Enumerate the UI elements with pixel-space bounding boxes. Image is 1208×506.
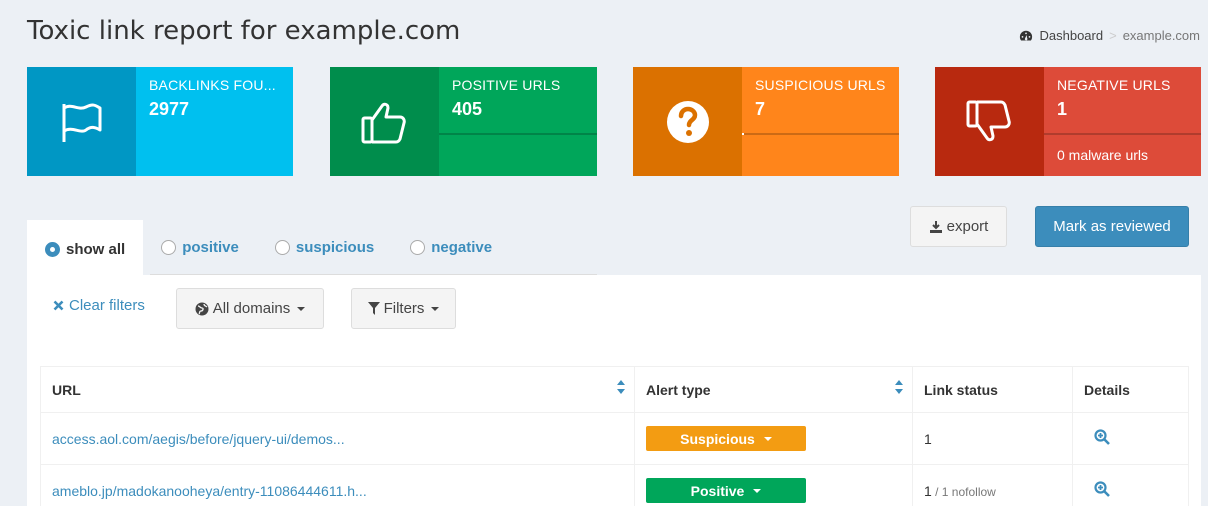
globe-icon [195, 302, 209, 315]
thumbs-down-icon [935, 67, 1044, 176]
column-header-details: Details [1072, 366, 1189, 413]
link-status: 1 [924, 482, 932, 499]
alert-type-dropdown[interactable]: Suspicious [646, 426, 806, 451]
breadcrumb: Dashboard > example.com [1019, 28, 1200, 43]
info-box-positive: POSITIVE URLS 405 [330, 67, 597, 176]
column-header-url[interactable]: URL [40, 366, 635, 413]
box-label: BACKLINKS FOU... [149, 77, 276, 93]
question-circle-icon [633, 67, 742, 176]
breadcrumb-dashboard-link[interactable]: Dashboard [1039, 28, 1103, 43]
table-header-row: URL Alert type Link status Details [40, 366, 1189, 413]
link-status-extra: / 1 nofollow [931, 484, 996, 499]
close-icon [53, 300, 64, 311]
sort-icon [617, 380, 625, 394]
filter-icon [367, 302, 380, 315]
all-domains-dropdown[interactable]: All domains [176, 288, 324, 329]
box-number: 405 [452, 99, 483, 119]
box-label: NEGATIVE URLS [1057, 77, 1171, 93]
column-header-link-status: Link status [912, 366, 1073, 413]
column-header-alert-type[interactable]: Alert type [634, 366, 913, 413]
dropdown-label: All domains [212, 300, 291, 317]
zoom-in-icon[interactable] [1094, 481, 1110, 497]
breadcrumb-separator: > [1109, 28, 1117, 43]
table-row: access.aol.com/aegis/before/jquery-ui/de… [40, 412, 1189, 465]
tab-label: show all [66, 240, 126, 258]
dropdown-label: Filters [383, 300, 425, 317]
progress-bar [742, 133, 899, 135]
radio-icon [274, 240, 290, 255]
link-status: 1 [924, 430, 932, 447]
box-number: 1 [1057, 99, 1068, 119]
url-link[interactable]: ameblo.jp/madokanooheya/entry-1108644461… [52, 483, 367, 499]
thumbs-up-icon [330, 67, 439, 176]
filter-tabs: show all positive suspicious negative [27, 220, 597, 275]
tab-label: positive [182, 239, 239, 256]
box-number: 7 [755, 99, 766, 119]
radio-icon [161, 240, 177, 255]
clear-filters-label: Clear filters [69, 297, 145, 314]
box-label: SUSPICIOUS URLS [755, 77, 886, 93]
dashboard-icon [1020, 30, 1033, 41]
download-icon [929, 220, 942, 233]
report-panel: Clear filters All domains Filters URL Al… [27, 275, 1201, 506]
info-box-suspicious: SUSPICIOUS URLS 7 [633, 67, 899, 176]
progress-bar [439, 133, 597, 135]
tab-label: suspicious [295, 239, 375, 256]
caret-down-icon [753, 488, 762, 493]
caret-down-icon [431, 306, 440, 311]
box-description: 0 malware urls [1057, 147, 1149, 163]
progress-fill [742, 133, 744, 135]
caret-down-icon [297, 306, 306, 311]
mark-as-reviewed-button[interactable]: Mark as reviewed [1035, 206, 1189, 247]
zoom-in-icon[interactable] [1094, 429, 1110, 445]
info-box-negative: NEGATIVE URLS 1 0 malware urls [935, 67, 1201, 176]
alert-type-dropdown[interactable]: Positive [646, 478, 806, 503]
filters-dropdown[interactable]: Filters [351, 288, 456, 329]
tab-negative[interactable]: negative [392, 220, 510, 275]
table-row: ameblo.jp/madokanooheya/entry-1108644461… [40, 464, 1189, 506]
progress-bar [1044, 133, 1201, 135]
caret-down-icon [763, 436, 772, 441]
breadcrumb-current: example.com [1122, 28, 1200, 43]
url-link[interactable]: access.aol.com/aegis/before/jquery-ui/de… [52, 431, 345, 447]
tab-show-all[interactable]: show all [27, 220, 144, 275]
radio-icon [410, 240, 426, 255]
export-button[interactable]: export [910, 206, 1007, 247]
box-number: 2977 [149, 99, 190, 119]
flag-icon [27, 67, 136, 176]
tab-positive[interactable]: positive [143, 220, 257, 275]
links-table: URL Alert type Link status Details acces… [40, 366, 1189, 506]
tab-label: negative [431, 239, 493, 256]
info-box-backlinks: BACKLINKS FOU... 2977 [27, 67, 293, 176]
clear-filters-link[interactable]: Clear filters [53, 297, 145, 314]
export-label: export [946, 218, 989, 235]
sort-icon [895, 380, 903, 394]
tab-suspicious[interactable]: suspicious [257, 220, 392, 275]
page-title: Toxic link report for example.com [27, 16, 461, 46]
box-label: POSITIVE URLS [452, 77, 561, 93]
radio-icon [45, 241, 60, 257]
